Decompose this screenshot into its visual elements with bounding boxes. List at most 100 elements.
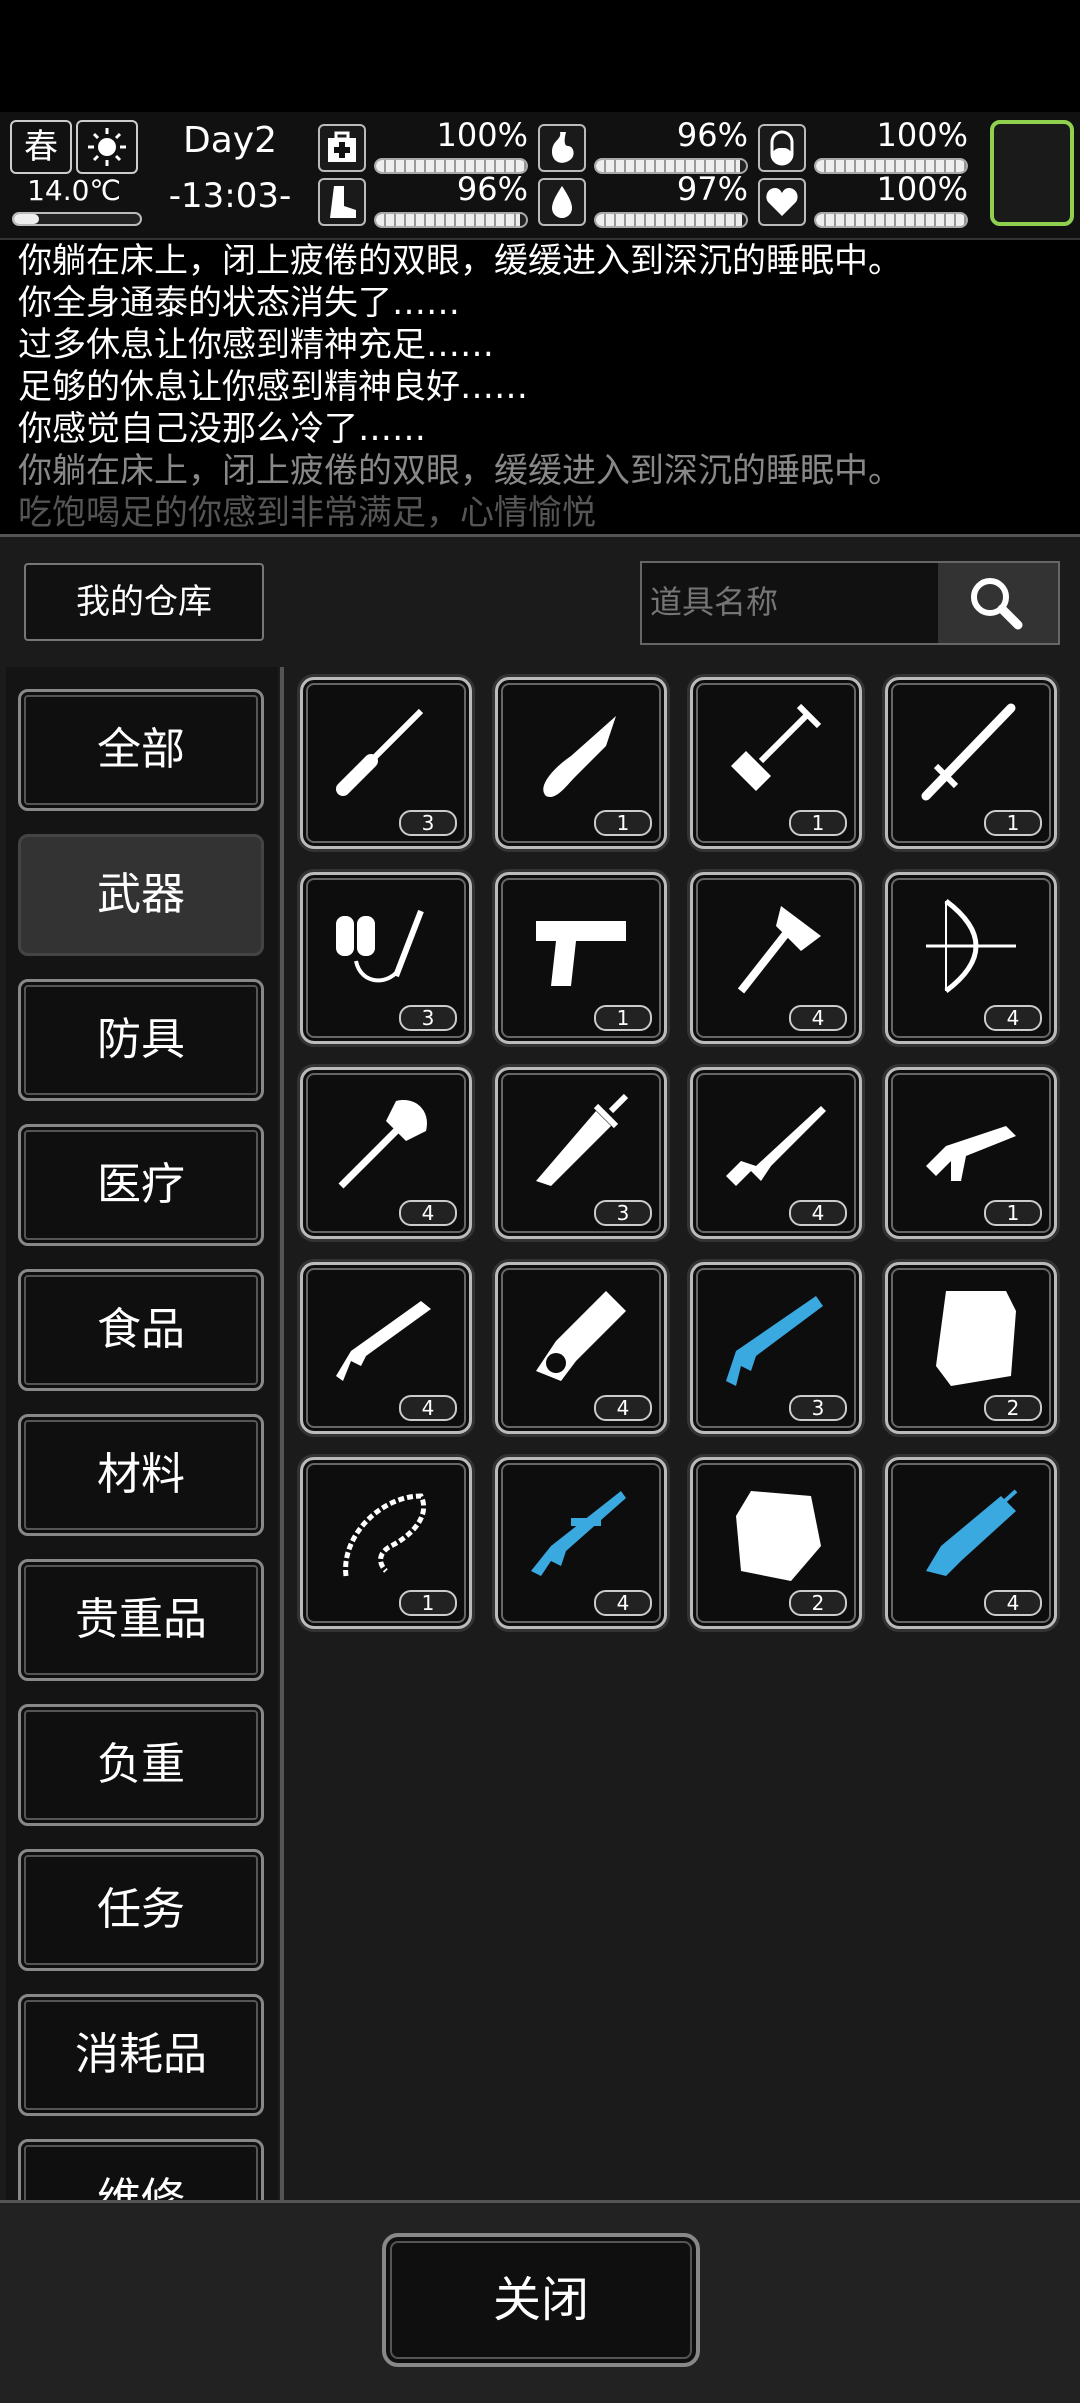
- item-count: 3: [399, 810, 457, 836]
- search-button[interactable]: [938, 563, 1058, 643]
- item-count: 1: [399, 1590, 457, 1616]
- stat-hunger: 96%: [538, 116, 748, 174]
- inventory-item[interactable]: 4: [690, 1067, 862, 1239]
- inventory-item[interactable]: 4: [885, 872, 1057, 1044]
- category-tab[interactable]: 全部: [18, 689, 264, 811]
- category-sidebar: 全部武器防具医疗食品材料贵重品负重任务消耗品维修: [6, 667, 278, 2202]
- inventory-item[interactable]: 1: [300, 1457, 472, 1629]
- log-line: 吃饱喝足的你感到非常满足，心情愉悦: [18, 493, 596, 530]
- riot-shield-icon: [936, 1291, 1016, 1386]
- category-tab[interactable]: 贵重品: [18, 1559, 264, 1681]
- assault-rifle-icon: [726, 1106, 826, 1186]
- warehouse-title: 我的仓库: [24, 563, 264, 641]
- log-line: 你躺在床上，闭上疲倦的双眼，缓缓进入到深沉的睡眠中。: [18, 451, 902, 491]
- inventory-item[interactable]: 4: [300, 1262, 472, 1434]
- rifle-icon: [336, 1301, 431, 1381]
- equipped-slot[interactable]: [990, 120, 1074, 226]
- item-count: 4: [399, 1200, 457, 1226]
- spade-icon: [338, 1100, 427, 1189]
- category-tab[interactable]: 消耗品: [18, 1994, 264, 2116]
- divider: [280, 667, 284, 2202]
- log-line: 你全身通泰的状态消失了……: [18, 283, 460, 323]
- item-count: 4: [984, 1005, 1042, 1031]
- close-button[interactable]: 关闭: [382, 2233, 700, 2367]
- inventory-item[interactable]: 2: [885, 1262, 1057, 1434]
- sniper-rifle-icon: [531, 1491, 626, 1576]
- item-count: 1: [984, 810, 1042, 836]
- inventory-item[interactable]: 4: [495, 1457, 667, 1629]
- inventory-item[interactable]: 1: [690, 677, 862, 849]
- category-tab[interactable]: 食品: [18, 1269, 264, 1391]
- inventory-item[interactable]: 4: [885, 1457, 1057, 1629]
- chainsaw-icon: [536, 1291, 626, 1381]
- boot-icon: [318, 178, 366, 226]
- temperature-label: 14.0℃: [27, 174, 121, 207]
- inventory-item[interactable]: 3: [495, 1067, 667, 1239]
- heart-icon: [758, 178, 806, 226]
- item-count: 4: [789, 1005, 847, 1031]
- inventory-item[interactable]: 3: [300, 677, 472, 849]
- item-count: 3: [399, 1005, 457, 1031]
- inventory-item[interactable]: 1: [885, 1067, 1057, 1239]
- inventory-item[interactable]: 1: [495, 677, 667, 849]
- search-box: [640, 561, 1060, 645]
- item-count: 3: [594, 1200, 652, 1226]
- bottom-bar: 关闭: [0, 2200, 1080, 2403]
- inventory-item[interactable]: 4: [495, 1262, 667, 1434]
- temperature-bar: [12, 212, 142, 226]
- smg-icon: [926, 1126, 1016, 1181]
- stat-energy: 100%: [758, 116, 968, 174]
- category-tab[interactable]: 任务: [18, 1849, 264, 1971]
- inventory-item[interactable]: 1: [495, 872, 667, 1044]
- item-count: 1: [594, 1005, 652, 1031]
- category-tab[interactable]: 武器: [18, 834, 264, 956]
- item-count: 2: [984, 1395, 1042, 1421]
- message-log: 你躺在床上，闭上疲倦的双眼，缓缓进入到深沉的睡眠中。 你全身通泰的状态消失了………: [0, 240, 1080, 530]
- category-tab[interactable]: 负重: [18, 1704, 264, 1826]
- search-icon: [971, 578, 1023, 630]
- log-line: 你感觉自己没那么冷了……: [18, 409, 426, 449]
- sun-icon: [76, 120, 138, 174]
- stat-thirst: 97%: [538, 170, 748, 228]
- baton-icon: [921, 703, 1016, 801]
- item-count: 2: [789, 1590, 847, 1616]
- status-bar-area: [0, 0, 1080, 110]
- log-line: 过多休息让你感到精神充足……: [18, 325, 494, 365]
- inventory-item[interactable]: 3: [300, 872, 472, 1044]
- item-count: 4: [594, 1395, 652, 1421]
- log-line: 你躺在床上，闭上疲倦的双眼，缓缓进入到深沉的睡眠中。: [18, 241, 902, 281]
- item-count: 3: [789, 1395, 847, 1421]
- first-aid-icon: [318, 124, 366, 172]
- pill-icon: [758, 124, 806, 172]
- chain-whip-icon: [343, 1493, 427, 1577]
- shotgun-icon: [726, 1296, 823, 1386]
- warehouse-panel: 我的仓库 全部武器防具医疗食品材料贵重品负重任务消耗品维修 3 1 1 1 3 1 4 4 4 3…: [0, 534, 1080, 2403]
- search-input[interactable]: [648, 567, 972, 637]
- stomach-icon: [538, 124, 586, 172]
- shovel-icon: [731, 703, 822, 791]
- armor-plate-icon: [736, 1491, 821, 1581]
- stat-mood: 100%: [758, 170, 968, 228]
- inventory-item[interactable]: 2: [690, 1457, 862, 1629]
- category-tab[interactable]: 医疗: [18, 1124, 264, 1246]
- inventory-item[interactable]: 1: [885, 677, 1057, 849]
- inventory-item[interactable]: 4: [690, 872, 862, 1044]
- stat-stamina: 96%: [318, 170, 528, 228]
- category-tab[interactable]: 维修: [18, 2139, 264, 2202]
- time-label: -13:03-: [168, 176, 292, 216]
- minigun-icon: [926, 1489, 1018, 1576]
- item-count: 4: [594, 1590, 652, 1616]
- inventory-item[interactable]: 3: [690, 1262, 862, 1434]
- item-count: 1: [789, 810, 847, 836]
- item-count: 4: [984, 1590, 1042, 1616]
- category-tab[interactable]: 材料: [18, 1414, 264, 1536]
- log-line: 足够的休息让你感到精神良好……: [18, 367, 528, 407]
- item-count: 4: [399, 1395, 457, 1421]
- season-badge: 春: [10, 120, 72, 174]
- category-tab[interactable]: 防具: [18, 979, 264, 1101]
- stat-health: 100%: [318, 116, 528, 174]
- pistol-icon: [536, 921, 626, 986]
- item-count: 4: [789, 1200, 847, 1226]
- inventory-item[interactable]: 4: [300, 1067, 472, 1239]
- water-drop-icon: [538, 178, 586, 226]
